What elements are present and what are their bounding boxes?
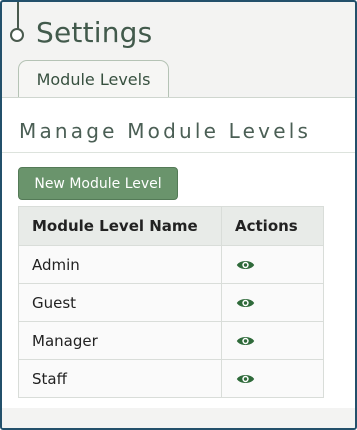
bottom-strip [2,408,355,428]
tab-label: Module Levels [36,70,151,89]
eye-icon[interactable] [236,297,255,309]
module-level-name-cell: Staff [18,359,222,398]
table-row: Admin [18,245,324,284]
tab-module-levels[interactable]: Module Levels [18,60,169,98]
module-levels-table: Module Level Name Actions Admin Guest Ma… [18,206,324,398]
eye-icon[interactable] [236,373,255,385]
column-header-name: Module Level Name [18,206,222,246]
table-row: Guest [18,283,324,322]
window-frame: Settings Module Levels Manage Module Lev… [0,0,357,430]
table-header-row: Module Level Name Actions [18,206,324,246]
decorative-circle-icon [10,28,24,42]
page-title: Settings [36,16,153,49]
decorative-line [17,2,19,29]
module-level-name-cell: Admin [18,245,222,284]
module-level-name-cell: Guest [18,283,222,322]
actions-cell [221,359,324,398]
eye-icon[interactable] [236,259,255,271]
eye-icon[interactable] [236,335,255,347]
actions-cell [221,321,324,360]
new-module-level-button[interactable]: New Module Level [18,167,178,200]
section-title: Manage Module Levels [19,119,312,143]
actions-cell [221,245,324,284]
table-row: Manager [18,321,324,360]
column-header-actions: Actions [221,206,324,246]
module-level-name-cell: Manager [18,321,222,360]
table-row: Staff [18,359,324,398]
section-divider [2,152,355,153]
actions-cell [221,283,324,322]
